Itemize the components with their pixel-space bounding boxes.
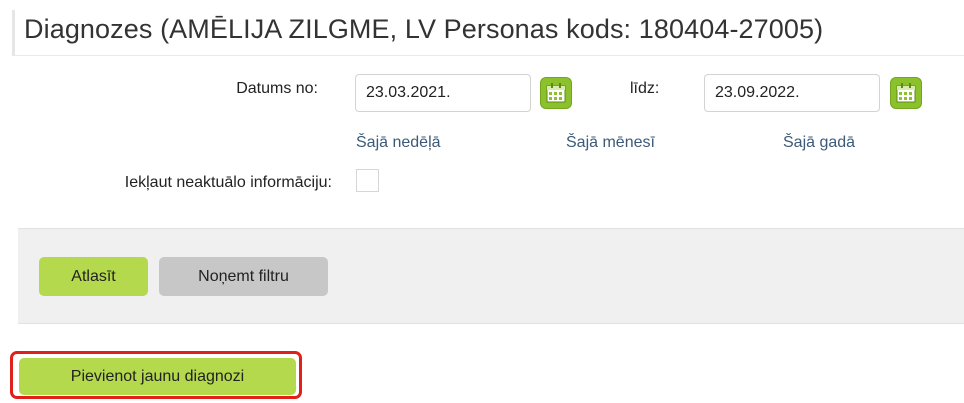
quick-range-this-year[interactable]: Šajā gadā [783,134,855,152]
page-title: Diagnozes (AMĒLIJA ZILGME, LV Personas k… [24,14,824,44]
date-from-calendar-button[interactable] [540,77,572,109]
add-diagnosis-button[interactable]: Pievienot jaunu diagnozi [19,358,296,395]
date-to-calendar-button[interactable] [890,77,922,109]
quick-range-this-week[interactable]: Šajā nedēļā [356,134,441,152]
date-to-input[interactable] [704,74,880,112]
select-button[interactable]: Atlasīt [39,257,148,296]
date-from-input[interactable] [355,74,531,112]
calendar-icon [896,83,916,103]
page-header: Diagnozes (AMĒLIJA ZILGME, LV Personas k… [12,10,964,56]
clear-filter-button[interactable]: Noņemt filtru [159,257,328,296]
include-outdated-label: Iekļaut neaktuālo informāciju: [124,174,332,191]
quick-range-this-month[interactable]: Šajā mēnesī [566,134,655,152]
date-to-label: līdz: [630,80,660,97]
date-from-label: Datums no: [236,80,318,97]
include-outdated-checkbox[interactable] [356,169,379,192]
calendar-icon [546,83,566,103]
